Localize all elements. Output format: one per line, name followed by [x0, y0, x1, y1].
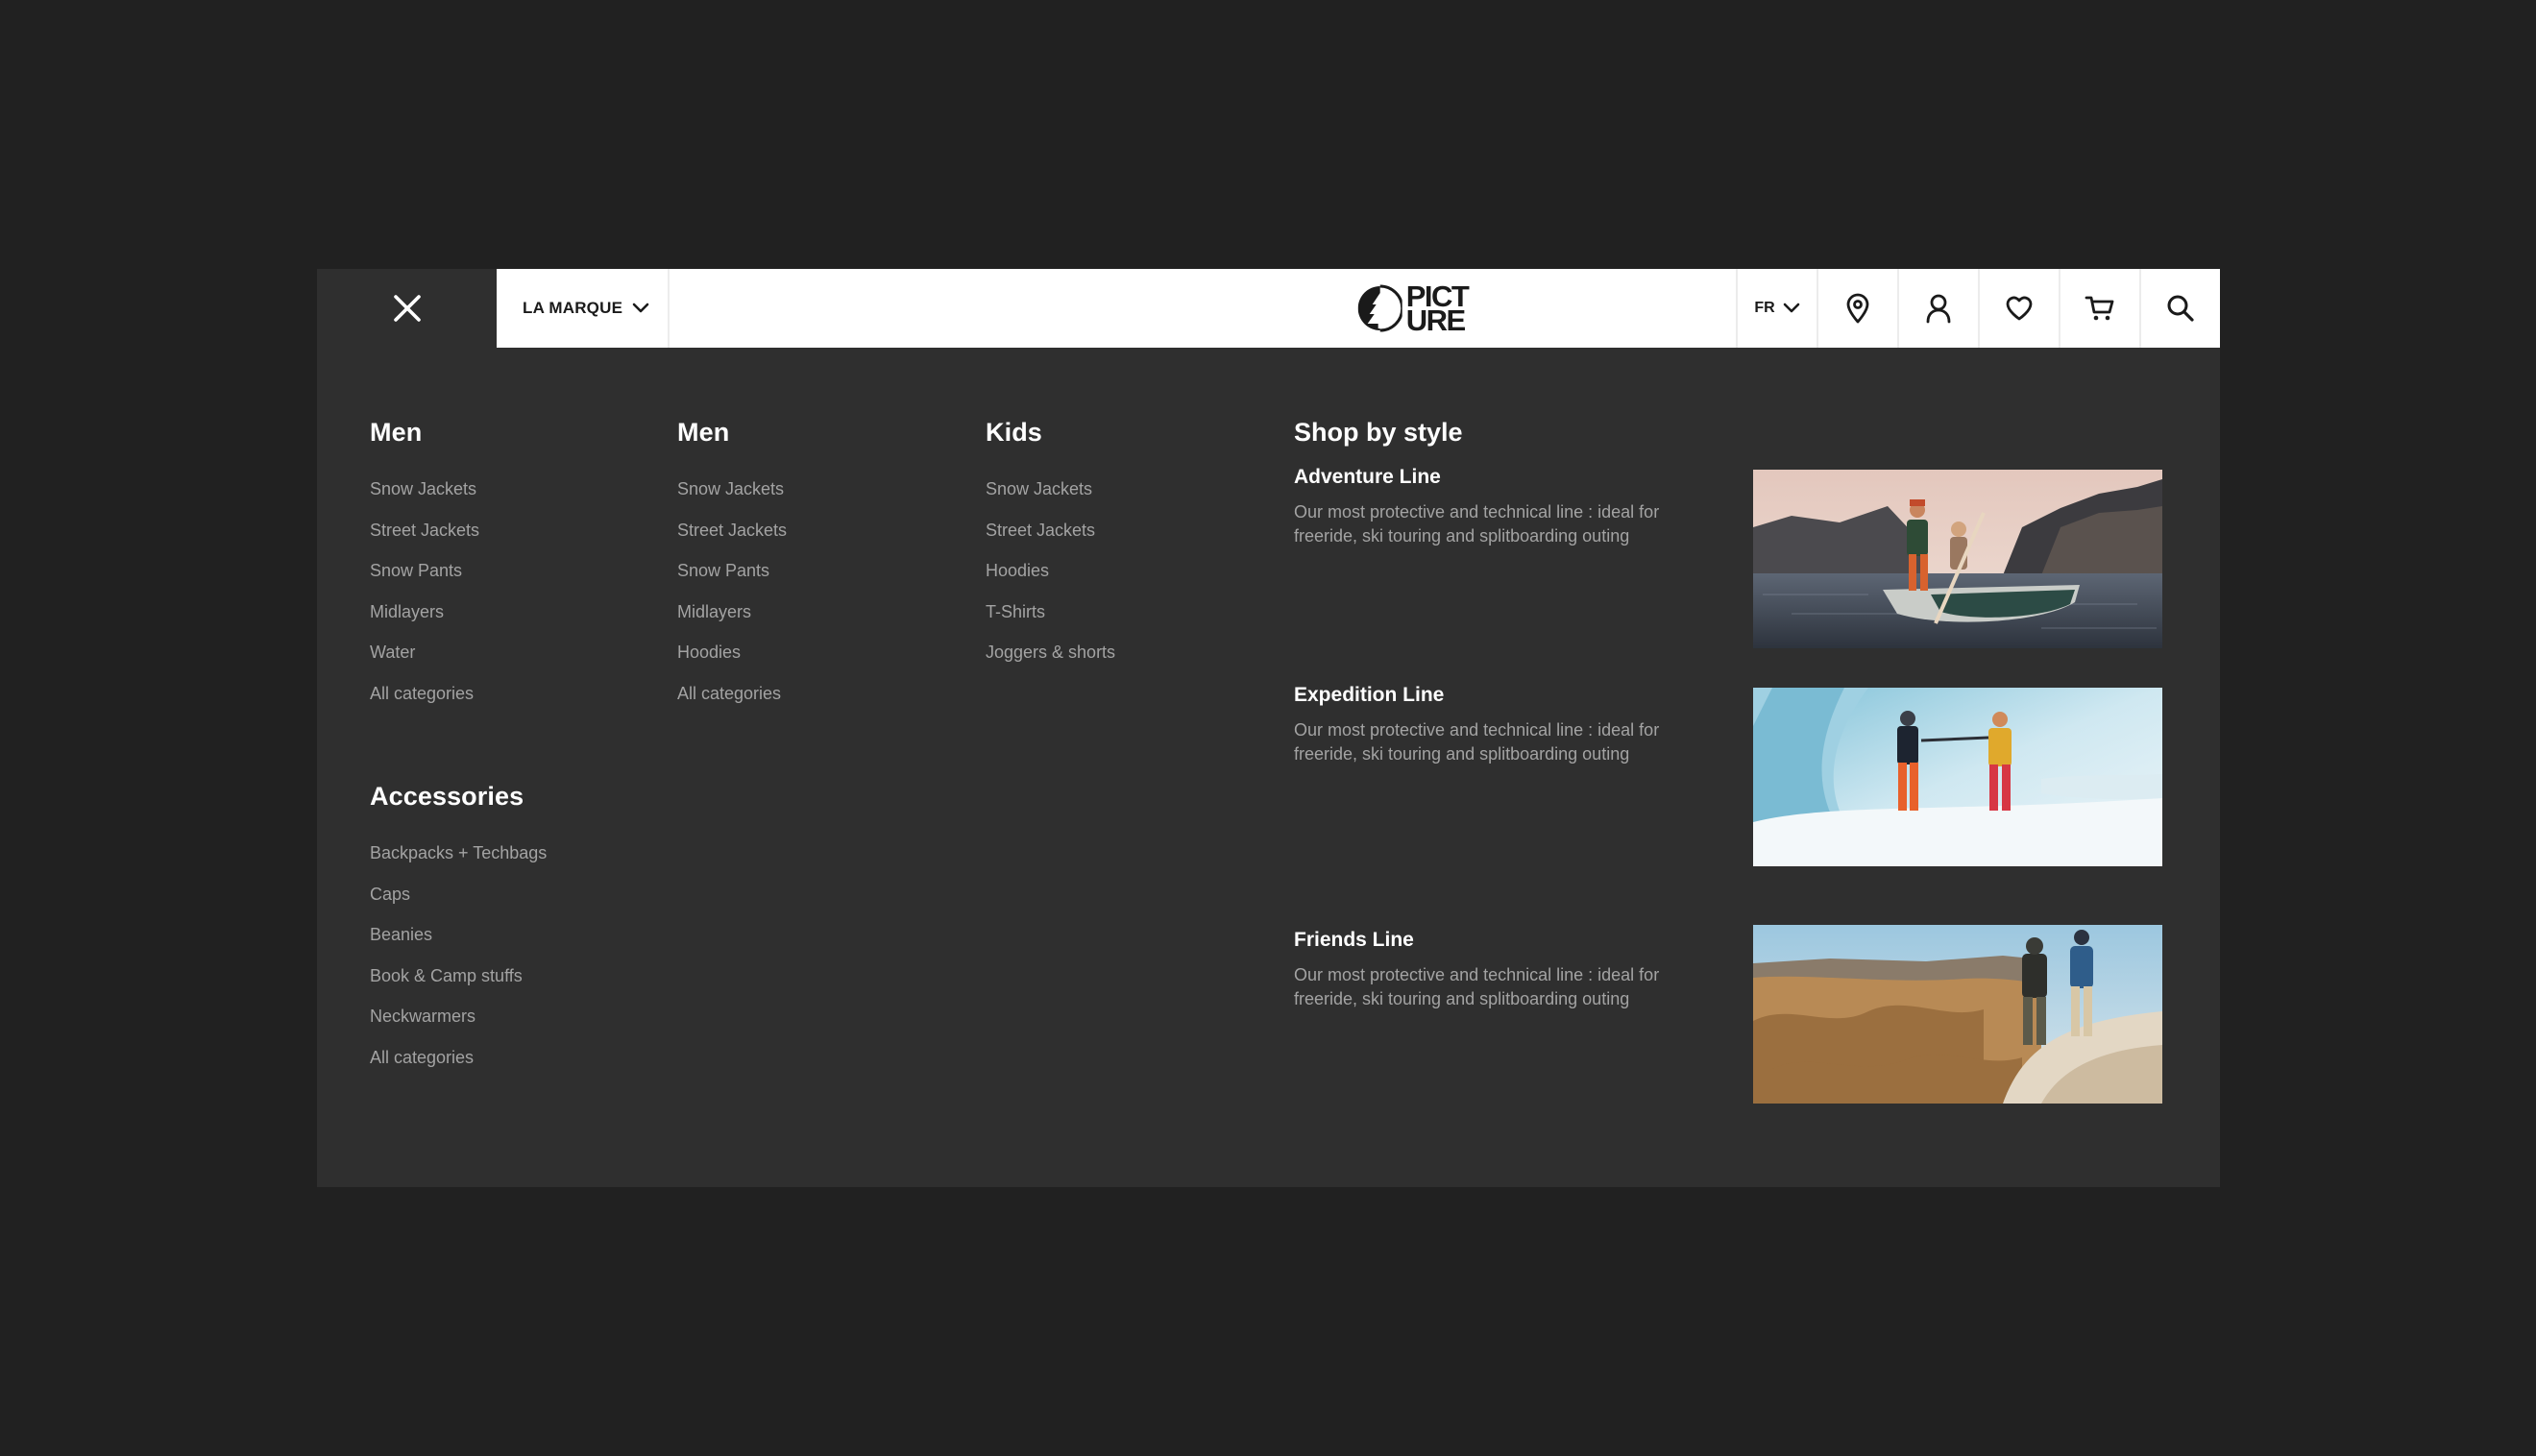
brand-menu-label: LA MARQUE: [523, 299, 623, 317]
category-list: Backpacks + Techbags Caps Beanies Book &…: [370, 839, 547, 1085]
wishlist-button[interactable]: [1978, 269, 2059, 348]
menu-column-men: Men Snow Jackets Street Jackets Snow Pan…: [370, 416, 479, 721]
user-icon: [1926, 294, 1951, 324]
category-link[interactable]: All categories: [370, 680, 479, 721]
brand-logo[interactable]: PICT URE: [1357, 269, 1470, 348]
column-heading[interactable]: Accessories: [370, 780, 547, 813]
tree-logo-icon: [1357, 284, 1402, 332]
category-link[interactable]: Street Jackets: [677, 517, 787, 558]
category-link[interactable]: Neckwarmers: [370, 1003, 547, 1044]
mega-menu-panel: LA MARQUE PICT URE FR Men Snow Jackets S…: [317, 269, 2220, 1187]
chevron-down-icon: [632, 303, 649, 313]
category-list: Snow Jackets Street Jackets Hoodies T-Sh…: [986, 475, 1115, 680]
category-link[interactable]: Street Jackets: [986, 517, 1115, 558]
canoe-lake-photo[interactable]: [1753, 470, 2162, 648]
category-list: Snow Jackets Street Jackets Snow Pants M…: [677, 475, 787, 721]
category-link[interactable]: Water: [370, 639, 479, 680]
style-title[interactable]: Adventure Line: [1294, 464, 1707, 491]
column-heading[interactable]: Men: [677, 416, 787, 449]
top-navigation-bar: LA MARQUE PICT URE FR: [317, 269, 2220, 348]
close-menu-button[interactable]: [317, 269, 497, 348]
menu-column-kids: Kids Snow Jackets Street Jackets Hoodies…: [986, 416, 1115, 680]
category-link[interactable]: All categories: [677, 680, 787, 721]
location-pin-icon: [1846, 293, 1869, 324]
category-link[interactable]: Midlayers: [677, 598, 787, 640]
cart-icon: [2085, 296, 2114, 321]
cart-button[interactable]: [2059, 269, 2139, 348]
category-link[interactable]: Snow Pants: [370, 557, 479, 598]
heart-icon: [2006, 296, 2033, 321]
brand-menu-dropdown[interactable]: LA MARQUE: [497, 269, 670, 348]
category-link[interactable]: Beanies: [370, 921, 547, 962]
account-button[interactable]: [1897, 269, 1978, 348]
column-heading[interactable]: Kids: [986, 416, 1115, 449]
category-link[interactable]: Hoodies: [986, 557, 1115, 598]
chevron-down-icon: [1783, 303, 1799, 313]
style-text: Friends Line Our most protective and tec…: [1294, 927, 1707, 1011]
header-actions: FR: [1736, 269, 2220, 348]
style-text: Expedition Line Our most protective and …: [1294, 682, 1707, 766]
category-link[interactable]: Joggers & shorts: [986, 639, 1115, 680]
category-link[interactable]: Snow Jackets: [370, 475, 479, 517]
style-title[interactable]: Friends Line: [1294, 927, 1707, 954]
header-white-bar: LA MARQUE PICT URE FR: [497, 269, 2220, 348]
category-link[interactable]: Book & Camp stuffs: [370, 962, 547, 1004]
category-link[interactable]: All categories: [370, 1044, 547, 1085]
category-link[interactable]: Snow Jackets: [986, 475, 1115, 517]
style-description: Our most protective and technical line :…: [1294, 965, 1660, 1008]
style-description: Our most protective and technical line :…: [1294, 720, 1660, 764]
menu-column-accessories: Accessories Backpacks + Techbags Caps Be…: [370, 780, 547, 1085]
category-link[interactable]: Backpacks + Techbags: [370, 839, 547, 881]
category-link[interactable]: Street Jackets: [370, 517, 479, 558]
glacier-photo[interactable]: [1753, 688, 2162, 866]
category-link[interactable]: Snow Jackets: [677, 475, 787, 517]
section-heading: Shop by style: [1294, 418, 1463, 447]
category-list: Snow Jackets Street Jackets Snow Pants M…: [370, 475, 479, 721]
language-label: FR: [1754, 300, 1775, 316]
category-link[interactable]: Caps: [370, 881, 547, 922]
column-heading[interactable]: Men: [370, 416, 479, 449]
search-icon: [2167, 295, 2194, 322]
language-selector[interactable]: FR: [1736, 269, 1817, 348]
category-link[interactable]: T-Shirts: [986, 598, 1115, 640]
style-text: Adventure Line Our most protective and t…: [1294, 464, 1707, 548]
style-description: Our most protective and technical line :…: [1294, 502, 1660, 546]
menu-column-men-2: Men Snow Jackets Street Jackets Snow Pan…: [677, 416, 787, 721]
close-icon: [393, 295, 421, 322]
category-link[interactable]: Midlayers: [370, 598, 479, 640]
category-link[interactable]: Hoodies: [677, 639, 787, 680]
store-locator-button[interactable]: [1817, 269, 1897, 348]
shop-by-style-section: Shop by style Adventure Line Our most pr…: [1294, 416, 2178, 1104]
logo-wordmark: PICT URE: [1405, 279, 1470, 337]
search-button[interactable]: [2139, 269, 2220, 348]
badlands-photo[interactable]: [1753, 925, 2162, 1104]
category-link[interactable]: Snow Pants: [677, 557, 787, 598]
style-title[interactable]: Expedition Line: [1294, 682, 1707, 709]
